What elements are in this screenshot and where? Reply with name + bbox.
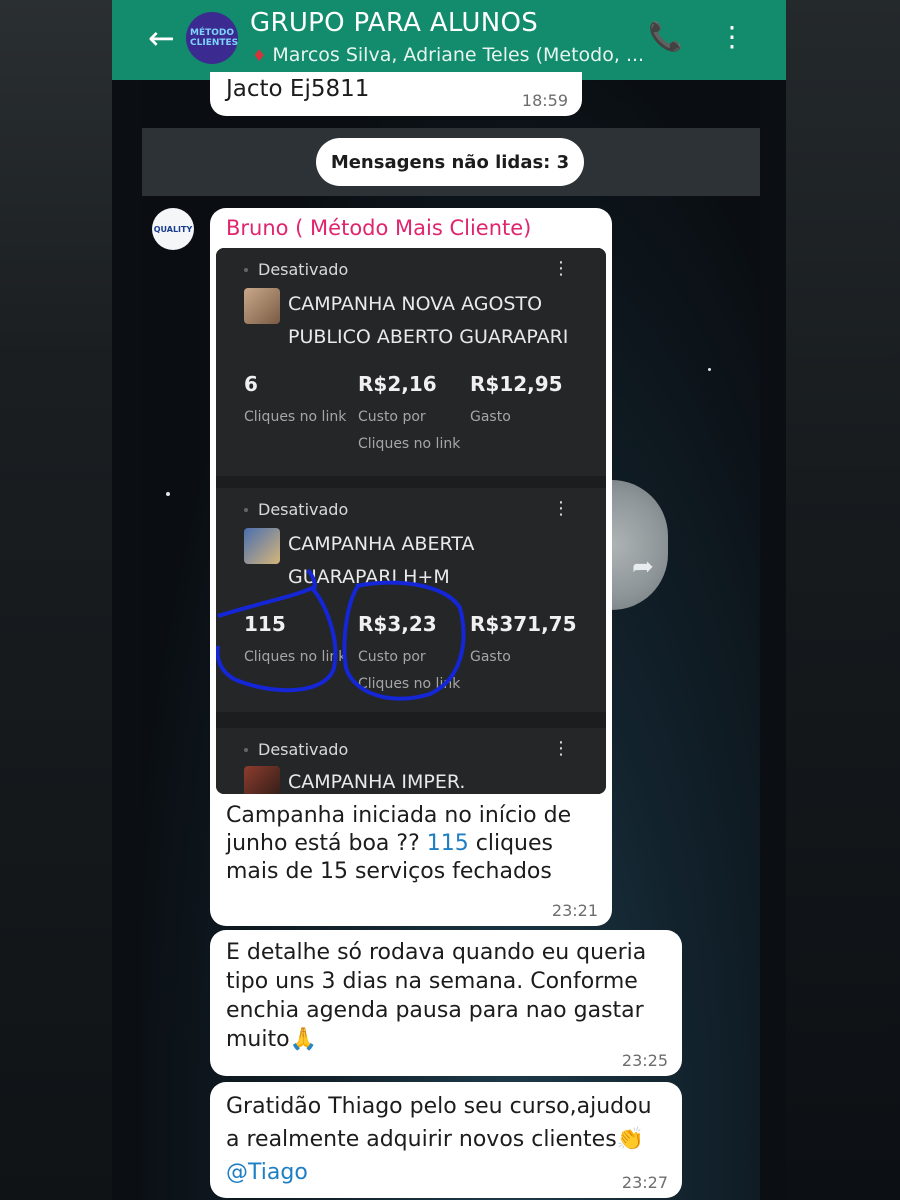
message-text: E detalhe só rodava quando eu queria tip… — [226, 940, 647, 1052]
annotation-circle-clicks — [216, 585, 338, 693]
message-time: 18:59 — [521, 91, 568, 110]
group-title[interactable]: GRUPO PARA ALUNOS — [250, 8, 538, 38]
message-text: Gratidão Thiago pelo seu curso,ajudou a … — [226, 1090, 666, 1189]
blurred-left-edge — [0, 0, 112, 1200]
star-decoration — [166, 492, 170, 496]
highlighted-number[interactable]: 115 — [427, 831, 469, 856]
sender-avatar[interactable]: QUALITY — [152, 208, 194, 250]
group-members[interactable]: ♦ Marcos Silva, Adriane Teles (Metodo, .… — [252, 44, 644, 66]
moon-decoration — [612, 480, 668, 610]
sender-name[interactable]: Bruno ( Método Mais Cliente) — [226, 216, 531, 240]
group-avatar-text: MÉTODO CLIENTES — [190, 28, 239, 48]
more-options-icon[interactable]: ⋮ — [718, 20, 746, 53]
message-time: 23:27 — [621, 1173, 668, 1192]
message-bubble-detalhe[interactable]: E detalhe só rodava quando eu queria tip… — [210, 930, 682, 1076]
pin-icon: ♦ — [252, 46, 267, 65]
message-text-part: Gratidão Thiago pelo seu curso,ajudou a … — [226, 1094, 652, 1152]
add-call-icon[interactable]: 📞 — [648, 20, 683, 53]
message-time: 23:21 — [551, 901, 598, 920]
annotation-circles — [216, 568, 466, 701]
blurred-right-edge — [786, 0, 900, 1200]
campaign-screenshot-image[interactable]: Desativado ⋮ CAMPANHA NOVA AGOSTO PUBLIC… — [216, 248, 606, 794]
message-bubble-gratidao[interactable]: Gratidão Thiago pelo seu curso,ajudou a … — [210, 1082, 682, 1198]
back-arrow-icon[interactable]: ← — [148, 20, 175, 56]
unread-banner: Mensagens não lidas: 3 — [142, 128, 760, 196]
message-text: Campanha iniciada no início de junho est… — [226, 802, 606, 886]
unread-count-pill: Mensagens não lidas: 3 — [316, 138, 584, 186]
chat-header: ← MÉTODO CLIENTES GRUPO PARA ALUNOS ♦ Ma… — [112, 0, 786, 80]
group-avatar[interactable]: MÉTODO CLIENTES — [186, 12, 238, 64]
message-bubble-prev[interactable]: Jacto Ej5811 18:59 — [210, 72, 582, 116]
mention-link[interactable]: @Tiago — [226, 1160, 308, 1185]
message-time: 23:25 — [621, 1051, 668, 1070]
members-text: Marcos Silva, Adriane Teles (Metodo, ... — [272, 44, 645, 66]
sender-avatar-text: QUALITY — [153, 224, 193, 234]
annotation-circle-cost — [342, 580, 466, 701]
message-text: Jacto Ej5811 — [226, 76, 370, 102]
forward-icon[interactable]: ➦ — [632, 552, 654, 582]
star-decoration — [708, 368, 711, 371]
chat-screen: ← MÉTODO CLIENTES GRUPO PARA ALUNOS ♦ Ma… — [112, 0, 786, 1200]
